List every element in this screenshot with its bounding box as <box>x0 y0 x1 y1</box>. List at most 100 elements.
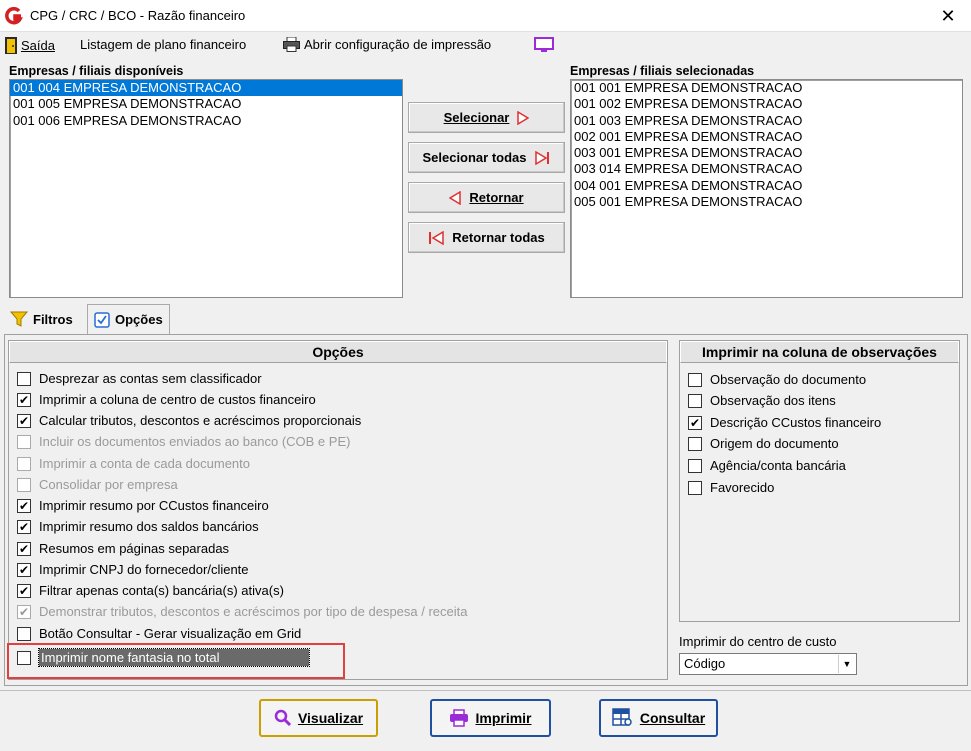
list-item[interactable]: 001 006 EMPRESA DEMONSTRACAO <box>10 113 402 129</box>
option-row: Imprimir a conta de cada documento <box>17 456 250 471</box>
checkbox <box>17 434 31 449</box>
list-item[interactable]: 002 001 EMPRESA DEMONSTRACAO <box>571 129 962 145</box>
checkbox[interactable]: ✔ <box>17 498 31 513</box>
checkbox[interactable]: ✔ <box>688 415 702 430</box>
exit-menu-item[interactable]: Saída <box>5 37 55 54</box>
option-label: Imprimir CNPJ do fornecedor/cliente <box>39 562 249 577</box>
close-button[interactable]: ✕ <box>925 0 971 32</box>
option-label: Imprimir a coluna de centro de custos fi… <box>39 392 316 407</box>
return-all-button[interactable]: Retornar todas <box>408 222 565 253</box>
checkbox[interactable] <box>17 371 31 386</box>
observation-row[interactable]: Observação dos itens <box>688 393 836 408</box>
checkbox[interactable] <box>688 436 702 451</box>
magnifier-icon <box>274 709 291 727</box>
arrow-right-end-icon <box>534 150 549 165</box>
checkbox[interactable]: ✔ <box>17 392 31 407</box>
checkbox[interactable]: ✔ <box>17 583 31 598</box>
option-row: Consolidar por empresa <box>17 477 178 492</box>
observation-row[interactable]: Favorecido <box>688 480 774 495</box>
arrow-left-start-icon <box>429 230 445 245</box>
print-label: Imprimir <box>475 710 532 726</box>
option-label: Calcular tributos, descontos e acréscimo… <box>39 413 362 428</box>
list-item[interactable]: 005 001 EMPRESA DEMONSTRACAO <box>571 194 962 210</box>
option-label: Resumos em páginas separadas <box>39 541 230 556</box>
list-item[interactable]: 003 001 EMPRESA DEMONSTRACAO <box>571 145 962 161</box>
arrow-left-icon <box>449 190 462 205</box>
option-label: Demonstrar tributos, descontos e acrésci… <box>39 604 468 619</box>
query-button[interactable]: Consultar <box>599 699 718 737</box>
observation-row[interactable]: ✔ Descrição CCustos financeiro <box>688 415 881 430</box>
selected-list[interactable]: 001 001 EMPRESA DEMONSTRACAO 001 002 EMP… <box>570 79 963 298</box>
checkbox: ✔ <box>17 604 31 619</box>
menu-bar: Saída Listagem de plano financeiro Abrir… <box>0 33 971 59</box>
option-row[interactable]: ✔ Calcular tributos, descontos e acréscim… <box>17 413 361 428</box>
option-row[interactable]: ✔ Imprimir CNPJ do fornecedor/cliente <box>17 562 249 577</box>
list-item[interactable]: 003 014 EMPRESA DEMONSTRACAO <box>571 161 962 177</box>
option-row[interactable]: ✔ Resumos em páginas separadas <box>17 541 229 556</box>
tab-filters-label: Filtros <box>33 311 73 327</box>
option-row[interactable]: ✔ Imprimir resumo dos saldos bancários <box>17 519 259 534</box>
option-row: ✔ Demonstrar tributos, descontos e acrésc… <box>17 604 468 619</box>
option-label: Consolidar por empresa <box>39 477 178 492</box>
observation-label: Favorecido <box>710 480 775 495</box>
available-list[interactable]: 001 004 EMPRESA DEMONSTRACAO 001 005 EMP… <box>9 79 403 298</box>
checkbox[interactable] <box>688 458 702 473</box>
option-row[interactable]: ✔ Imprimir a coluna de centro de custos f… <box>17 392 316 407</box>
tab-filters[interactable]: Filtros <box>4 304 79 334</box>
return-all-label: Retornar todas <box>452 230 545 245</box>
select-label: Selecionar <box>443 110 510 125</box>
return-button[interactable]: Retornar <box>408 182 565 213</box>
list-item[interactable]: 001 002 EMPRESA DEMONSTRACAO <box>571 96 962 112</box>
cost-center-value: Código <box>684 656 726 671</box>
option-label: Incluir os documentos enviados ao banco … <box>39 434 351 449</box>
checkbox[interactable] <box>688 480 702 495</box>
exit-door-icon <box>5 37 17 54</box>
list-item[interactable]: 001 005 EMPRESA DEMONSTRACAO <box>10 96 402 112</box>
option-row[interactable]: Botão Consultar - Gerar visualização em … <box>17 626 301 641</box>
option-row[interactable]: ✔ Filtrar apenas conta(s) bancária(s) ati… <box>17 583 284 598</box>
print-button[interactable]: Imprimir <box>430 699 551 737</box>
tab-options-label: Opções <box>115 312 163 327</box>
select-button[interactable]: Selecionar <box>408 102 565 133</box>
list-item[interactable]: 004 001 EMPRESA DEMONSTRACAO <box>571 178 962 194</box>
exit-label: Saída <box>21 38 55 53</box>
option-row[interactable]: Desprezar as contas sem classificador <box>17 371 262 386</box>
list-item[interactable]: 001 004 EMPRESA DEMONSTRACAO <box>10 80 402 97</box>
observation-label: Origem do documento <box>710 436 839 451</box>
checkbox[interactable] <box>688 393 702 408</box>
option-row[interactable]: ✔ Imprimir resumo por CCustos financeiro <box>17 498 269 513</box>
print-config-menu-item[interactable]: Abrir configuração de impressão <box>283 37 491 52</box>
list-item[interactable]: 001 001 EMPRESA DEMONSTRACAO <box>571 80 962 96</box>
observation-row[interactable]: Agência/conta bancária <box>688 458 846 473</box>
view-button[interactable]: Visualizar <box>259 699 378 737</box>
checkbox[interactable]: ✔ <box>17 541 31 556</box>
option-label: Imprimir a conta de cada documento <box>39 456 250 471</box>
observation-row[interactable]: Origem do documento <box>688 436 839 451</box>
checkbox <box>17 456 31 471</box>
available-label: Empresas / filiais disponíveis <box>9 64 184 78</box>
monitor-menu-item[interactable] <box>534 37 554 53</box>
highlight-box <box>7 643 345 679</box>
divider <box>0 690 971 691</box>
cost-center-select[interactable]: Código ▼ <box>679 653 857 675</box>
checkbox[interactable]: ✔ <box>17 562 31 577</box>
query-label: Consultar <box>639 710 706 726</box>
view-label: Visualizar <box>297 710 364 726</box>
tab-options[interactable]: Opções <box>87 304 170 334</box>
select-all-button[interactable]: Selecionar todas <box>408 142 565 173</box>
listing-label: Listagem de plano financeiro <box>80 37 247 52</box>
checkbox[interactable]: ✔ <box>17 519 31 534</box>
app-logo-icon <box>5 7 23 25</box>
grid-search-icon <box>612 708 632 726</box>
list-item[interactable]: 001 003 EMPRESA DEMONSTRACAO <box>571 113 962 129</box>
window-title: CPG / CRC / BCO - Razão financeiro <box>30 8 246 23</box>
listing-menu-item[interactable]: Listagem de plano financeiro <box>80 37 246 52</box>
checkbox[interactable] <box>688 372 702 387</box>
checkbox[interactable] <box>17 626 31 641</box>
printer-icon <box>450 709 469 727</box>
checkbox[interactable]: ✔ <box>17 413 31 428</box>
printer-icon <box>283 37 300 52</box>
chevron-down-icon[interactable]: ▼ <box>838 655 855 673</box>
observation-row[interactable]: Observação do documento <box>688 372 866 387</box>
observation-label: Observação dos itens <box>710 393 836 408</box>
